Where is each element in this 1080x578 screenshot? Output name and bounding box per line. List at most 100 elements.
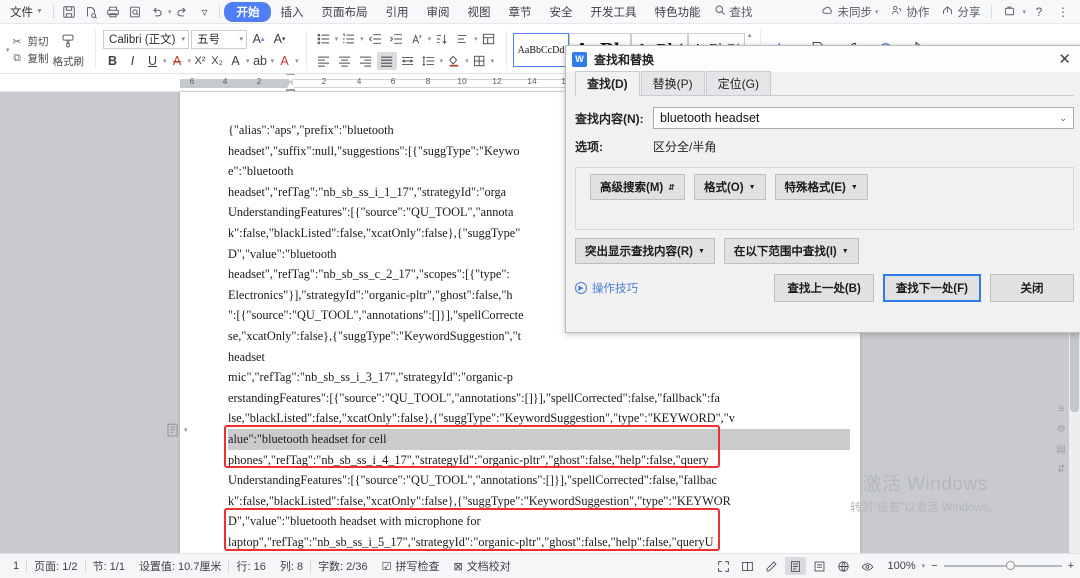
- status-col[interactable]: 列: 8: [273, 558, 310, 574]
- tab-references[interactable]: 引用: [376, 3, 417, 21]
- fullscreen-icon[interactable]: [713, 557, 734, 575]
- tab-find[interactable]: 查找(D): [575, 71, 640, 96]
- special-format-button[interactable]: 特殊格式(E) ▼: [774, 174, 868, 200]
- align-right-button[interactable]: [356, 52, 376, 70]
- text-effects-button[interactable]: A: [226, 52, 245, 71]
- borders-button[interactable]: [470, 52, 490, 70]
- snapshot-icon[interactable]: [998, 2, 1020, 22]
- spellcheck-button[interactable]: ☑ 拼写检查: [375, 558, 447, 574]
- style-item-0[interactable]: AaBbCcDd: [512, 33, 570, 67]
- tab-review[interactable]: 审阅: [417, 3, 458, 21]
- zoom-value[interactable]: 100%: [887, 560, 915, 572]
- line-spacing-dropdown-icon[interactable]: ▾: [440, 57, 444, 65]
- align-left-button[interactable]: [314, 52, 334, 70]
- font-color-dropdown-icon[interactable]: ▾: [295, 57, 299, 65]
- save-icon[interactable]: [58, 2, 80, 22]
- phonetic-guide-button[interactable]: [407, 30, 427, 48]
- share-button[interactable]: 分享: [936, 4, 985, 20]
- line-spacing-button[interactable]: [419, 52, 439, 70]
- paste-options-marker[interactable]: ▾: [166, 420, 188, 441]
- justify-button[interactable]: [376, 52, 397, 70]
- chevron-up-icon[interactable]: ▲: [747, 33, 753, 39]
- find-input[interactable]: bluetooth headset ⌄: [653, 107, 1074, 129]
- dialog-titlebar[interactable]: W 查找和替换 ✕: [566, 46, 1080, 72]
- print-layout-icon[interactable]: [785, 557, 807, 575]
- format-button[interactable]: 格式(O) ▼: [693, 174, 766, 200]
- search-doc-icon[interactable]: [124, 2, 146, 22]
- underline-dropdown-icon[interactable]: ▾: [163, 57, 167, 65]
- highlight-found-button[interactable]: 突出显示查找内容(R) ▼: [575, 238, 715, 264]
- operation-tips-link[interactable]: ▶ 操作技巧: [575, 280, 638, 296]
- tab-start[interactable]: 开始: [224, 1, 272, 22]
- advanced-search-button[interactable]: 高级搜索(M) ⇵: [590, 174, 685, 200]
- tab-security[interactable]: 安全: [540, 3, 581, 21]
- tab-page-layout[interactable]: 页面布局: [312, 3, 376, 21]
- paragraph-layout-button[interactable]: [479, 30, 499, 48]
- print-preview-icon[interactable]: [80, 2, 102, 22]
- sort-button[interactable]: [432, 30, 452, 48]
- highlight-color-button[interactable]: ab: [251, 52, 270, 71]
- numbered-list-button[interactable]: [339, 30, 359, 48]
- cut-button[interactable]: ✂ 剪切: [10, 34, 49, 49]
- increase-font-size-button[interactable]: A ▴: [249, 30, 268, 49]
- close-button[interactable]: 关闭: [990, 274, 1074, 302]
- align-center-button[interactable]: [335, 52, 355, 70]
- highlight-dropdown-icon[interactable]: ▾: [271, 57, 275, 65]
- bold-button[interactable]: B: [103, 52, 122, 71]
- subscript-button[interactable]: X₂: [209, 52, 225, 71]
- find-scope-button[interactable]: 在以下范围中查找(I) ▼: [723, 238, 859, 264]
- file-menu-button[interactable]: 文件 ▼: [4, 4, 49, 20]
- panel-icon[interactable]: ▤: [1057, 444, 1066, 455]
- close-icon[interactable]: ✕: [1052, 52, 1077, 67]
- chevron-down-icon[interactable]: ▾: [1022, 8, 1026, 16]
- font-color-button[interactable]: A: [275, 52, 294, 71]
- tab-goto[interactable]: 定位(G): [705, 71, 771, 95]
- tab-view[interactable]: 视图: [458, 3, 499, 21]
- chevron-down-icon[interactable]: ⌄: [1055, 113, 1071, 124]
- italic-button[interactable]: I: [123, 52, 142, 71]
- numbered-dropdown-icon[interactable]: ▾: [360, 35, 364, 43]
- show-marks-dropdown-icon[interactable]: ▾: [474, 35, 478, 43]
- find-next-button[interactable]: 查找下一处(F): [882, 274, 981, 302]
- find-previous-button[interactable]: 查找上一处(B): [774, 274, 874, 302]
- status-words[interactable]: 字数: 2/36: [311, 558, 375, 574]
- shading-dropdown-icon[interactable]: ▾: [465, 57, 469, 65]
- text-effects-dropdown-icon[interactable]: ▾: [246, 57, 250, 65]
- increase-indent-button[interactable]: [386, 30, 406, 48]
- edit-icon[interactable]: [761, 557, 782, 575]
- superscript-button[interactable]: X²: [192, 52, 208, 71]
- phonetic-dropdown-icon[interactable]: ▾: [428, 35, 432, 43]
- tab-special-features[interactable]: 特色功能: [645, 3, 709, 21]
- customize-toolbar-icon[interactable]: ▿: [193, 2, 215, 22]
- outline-icon[interactable]: [809, 557, 830, 575]
- chevron-down-icon[interactable]: ▾: [922, 562, 926, 570]
- strikethrough-button[interactable]: A: [168, 52, 187, 71]
- bullet-list-button[interactable]: [314, 30, 334, 48]
- print-icon[interactable]: [102, 2, 124, 22]
- status-page[interactable]: 页面: 1/2: [27, 558, 84, 574]
- decrease-indent-button[interactable]: [365, 30, 385, 48]
- shading-button[interactable]: [444, 52, 464, 70]
- zoom-slider[interactable]: [943, 561, 1062, 570]
- undo-icon[interactable]: [146, 2, 168, 22]
- settings-icon[interactable]: ⚙: [1057, 424, 1066, 435]
- zoom-in-button[interactable]: +: [1068, 560, 1074, 572]
- status-setting[interactable]: 设置值: 10.7厘米: [132, 558, 229, 574]
- toolbar-search[interactable]: 查找: [709, 4, 757, 20]
- tab-section[interactable]: 章节: [499, 3, 540, 21]
- redo-icon[interactable]: [171, 2, 193, 22]
- sync-status-button[interactable]: 未同步 ▾: [816, 4, 883, 20]
- collaborate-button[interactable]: 协作: [885, 4, 934, 20]
- zoom-slider-knob[interactable]: [1005, 561, 1015, 570]
- tab-dev-tools[interactable]: 开发工具: [581, 3, 645, 21]
- tab-replace[interactable]: 替换(P): [640, 71, 705, 95]
- borders-dropdown-icon[interactable]: ▾: [491, 57, 495, 65]
- zoom-out-button[interactable]: −: [931, 560, 937, 572]
- format-painter-button[interactable]: 格式刷: [49, 31, 89, 69]
- find-and-replace-dialog[interactable]: W 查找和替换 ✕ 查找(D) 替换(P) 定位(G) 查找内容(N): blu…: [565, 45, 1080, 333]
- underline-button[interactable]: U: [143, 52, 162, 71]
- bullet-dropdown-icon[interactable]: ▾: [335, 35, 339, 43]
- two-page-icon[interactable]: [737, 557, 758, 575]
- show-marks-button[interactable]: [453, 30, 473, 48]
- web-layout-icon[interactable]: [833, 557, 854, 575]
